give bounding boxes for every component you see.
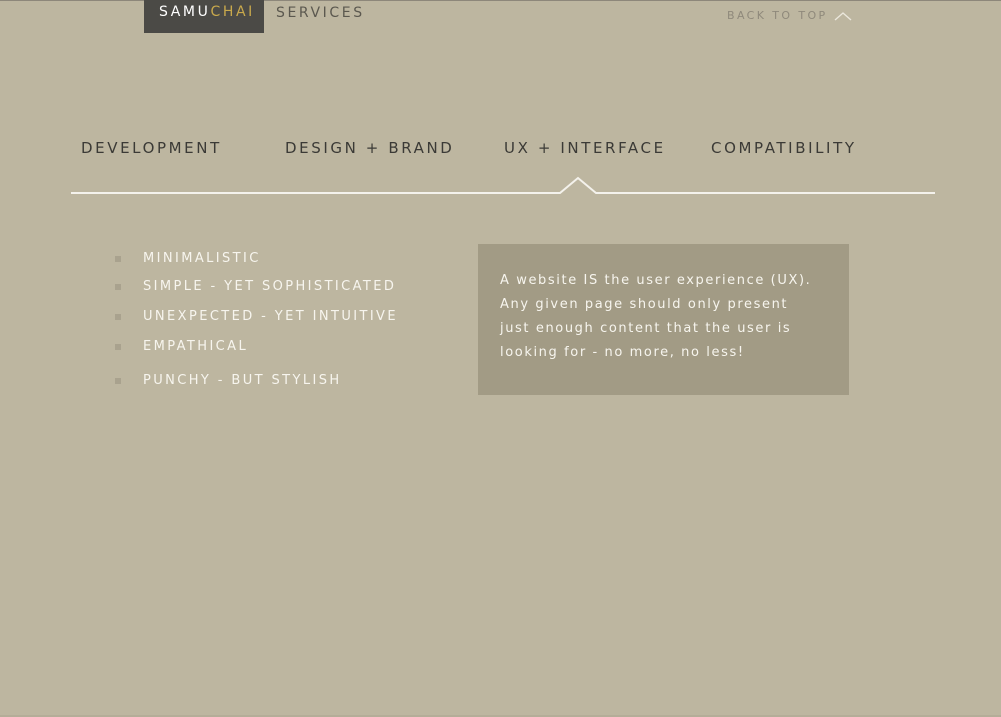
feature-text: MINIMALISTIC (143, 251, 261, 266)
list-item: MINIMALISTIC (115, 251, 261, 267)
description-line: Any given page should only present (500, 297, 789, 312)
square-bullet (115, 284, 121, 290)
square-bullet (115, 344, 121, 350)
description-line: just enough content that the user is (500, 321, 792, 336)
description-line: A website IS the user experience (UX). (500, 273, 812, 288)
tab-compatibility[interactable]: COMPATIBILITY (711, 139, 857, 157)
section-label: SERVICES (276, 5, 365, 21)
tab-design-brand[interactable]: DESIGN + BRAND (285, 139, 454, 157)
back-to-top-label: BACK TO TOP (727, 9, 828, 22)
square-bullet (115, 256, 121, 262)
square-bullet (115, 314, 121, 320)
logo-text-accent: CHAI (210, 4, 255, 20)
feature-text: EMPATHICAL (143, 339, 249, 354)
feature-text: SIMPLE - YET SOPHISTICATED (143, 279, 397, 294)
feature-text: PUNCHY - BUT STYLISH (143, 373, 342, 388)
chevron-up-icon (834, 12, 852, 21)
back-to-top-link[interactable]: BACK TO TOP (727, 9, 852, 23)
ux-description-box: A website IS the user experience (UX). A… (478, 244, 849, 395)
list-item: SIMPLE - YET SOPHISTICATED (115, 279, 396, 295)
square-bullet (115, 378, 121, 384)
list-item: EMPATHICAL (115, 339, 248, 355)
tab-development[interactable]: DEVELOPMENT (81, 139, 222, 157)
list-item: PUNCHY - BUT STYLISH (115, 373, 342, 389)
site-logo[interactable]: SAMUCHAI (144, 0, 264, 33)
logo-text-primary: SAMU (159, 4, 211, 20)
description-line: looking for - no more, no less! (500, 345, 745, 360)
active-tab-indicator (71, 176, 935, 194)
list-item: UNEXPECTED - YET INTUITIVE (115, 309, 398, 325)
feature-text: UNEXPECTED - YET INTUITIVE (143, 309, 398, 324)
tab-ux-interface[interactable]: UX + INTERFACE (504, 139, 666, 157)
